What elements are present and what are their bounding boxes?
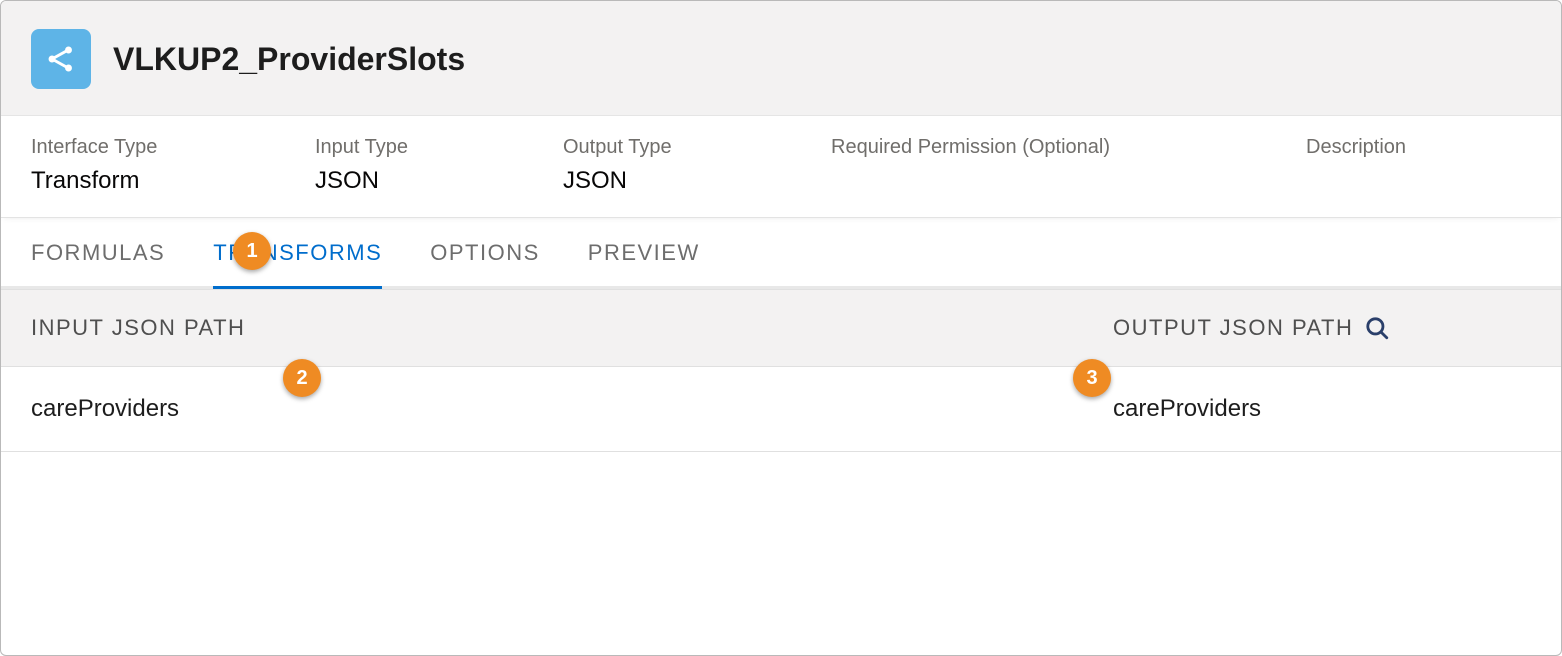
share-icon [31, 29, 91, 89]
app-frame: VLKUP2_ProviderSlots Interface Type Tran… [0, 0, 1562, 656]
input-json-path-header: INPUT JSON PATH [1, 290, 1083, 366]
meta-label: Required Permission (Optional) [831, 136, 1306, 159]
meta-value: Transform [31, 167, 315, 195]
meta-label: Description [1306, 136, 1531, 159]
meta-label: Output Type [563, 136, 831, 159]
page-header: VLKUP2_ProviderSlots [1, 1, 1561, 116]
meta-output-type: Output Type JSON [563, 136, 831, 195]
output-json-path-label: OUTPUT JSON PATH [1113, 315, 1353, 341]
input-path-cell[interactable]: careProviders [1, 367, 1083, 451]
meta-label: Input Type [315, 136, 563, 159]
search-icon[interactable] [1363, 314, 1391, 342]
meta-interface-type: Interface Type Transform [31, 136, 315, 195]
transforms-section-head: INPUT JSON PATH OUTPUT JSON PATH [1, 289, 1561, 367]
meta-value: JSON [315, 167, 563, 195]
input-json-path-label: INPUT JSON PATH [31, 315, 245, 341]
tab-preview[interactable]: PREVIEW [588, 218, 700, 286]
tab-formulas[interactable]: FORMULAS [31, 218, 165, 286]
page-title: VLKUP2_ProviderSlots [113, 41, 465, 78]
mapping-row[interactable]: careProviders careProviders [1, 367, 1561, 452]
meta-value: JSON [563, 167, 831, 195]
output-json-path-header: OUTPUT JSON PATH [1083, 290, 1561, 366]
meta-input-type: Input Type JSON [315, 136, 563, 195]
metadata-row: Interface Type Transform Input Type JSON… [1, 116, 1561, 218]
output-path-cell[interactable]: careProviders [1083, 367, 1561, 451]
tab-transforms[interactable]: TRANSFORMS [213, 218, 382, 286]
tab-options[interactable]: OPTIONS [430, 218, 540, 286]
meta-required-permission: Required Permission (Optional) [831, 136, 1306, 195]
meta-label: Interface Type [31, 136, 315, 159]
tab-bar: FORMULAS TRANSFORMS OPTIONS PREVIEW [1, 218, 1561, 289]
meta-description: Description [1306, 136, 1531, 195]
